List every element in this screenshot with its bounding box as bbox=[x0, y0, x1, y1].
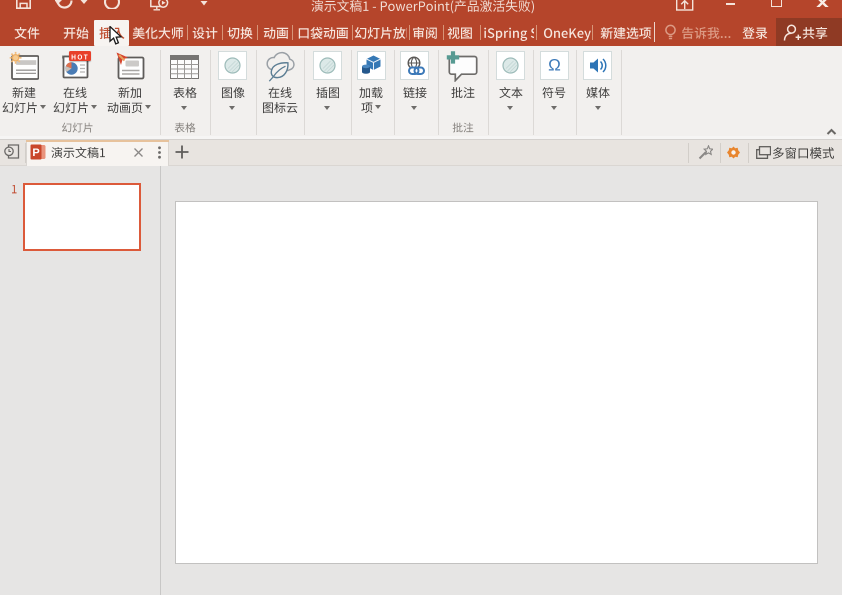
svg-text:Ω: Ω bbox=[548, 56, 561, 75]
svg-text:P: P bbox=[32, 147, 39, 159]
